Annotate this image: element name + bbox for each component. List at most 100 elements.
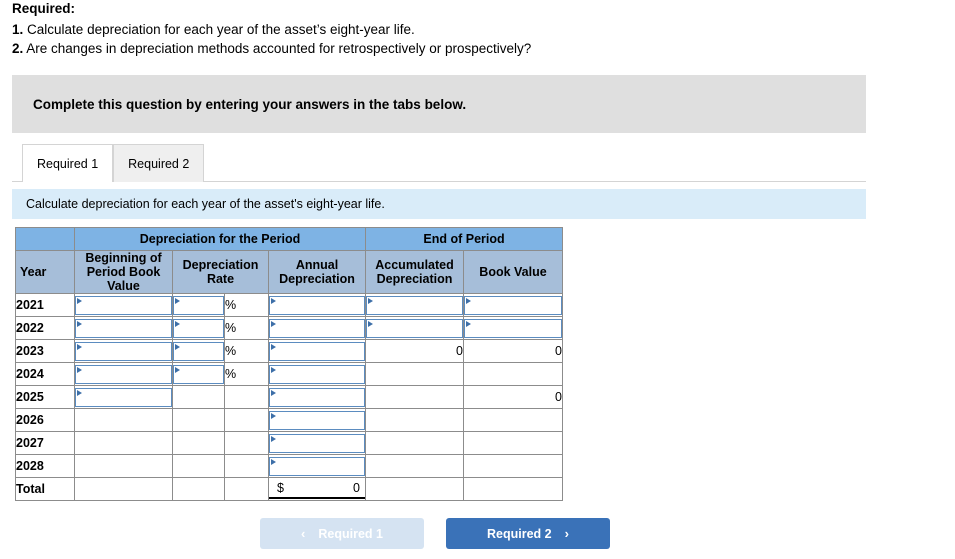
cell-depreciation-rate-2028 xyxy=(172,454,225,478)
sub-instruction-bar: Calculate depreciation for each year of … xyxy=(12,189,866,219)
prev-required-1-button[interactable]: ‹ Required 1 xyxy=(260,518,424,549)
cell-depreciation-rate-2022-box[interactable] xyxy=(173,318,224,338)
total-annual-value: 0 xyxy=(353,481,360,495)
cell-beginning-book-value-2024[interactable] xyxy=(74,362,173,386)
required-item-2-number: 2. xyxy=(12,41,24,56)
cell-depreciation-rate-2021[interactable] xyxy=(172,293,225,317)
cell-depreciation-rate-2025 xyxy=(172,385,225,409)
column-header-year: Year xyxy=(15,250,75,294)
cell-accumulated-depreciation-2021-box[interactable] xyxy=(366,295,463,315)
cell-depreciation-rate-2027 xyxy=(172,431,225,455)
cell-depreciation-rate-2023[interactable] xyxy=(172,339,225,363)
cell-accumulated-depreciation-2026 xyxy=(365,408,464,432)
cell-beginning-book-value-2027 xyxy=(74,431,173,455)
group-header-end-of-period: End of Period xyxy=(365,227,563,251)
table-body: 2021% 2022% 2023% 0 0 2024% 2025 0 2026 2027 2028 T… xyxy=(15,293,563,501)
cell-annual-depreciation-2025-box[interactable] xyxy=(269,387,365,407)
cell-annual-depreciation-2021[interactable] xyxy=(268,293,366,317)
tab-required-2[interactable]: Required 2 xyxy=(113,144,205,182)
row-year-2026: 2026 xyxy=(15,408,75,432)
cell-beginning-book-value-2022-box[interactable] xyxy=(75,318,172,338)
instruction-panel-text: Complete this question by entering your … xyxy=(33,96,467,112)
cell-beginning-book-value-2028 xyxy=(74,454,173,478)
prev-button-label: Required 1 xyxy=(318,526,383,541)
cell-percent-symbol-2021: % xyxy=(224,293,269,317)
cell-accumulated-depreciation-2022[interactable] xyxy=(365,316,464,340)
column-header-beginning-book-value: Beginning of Period Book Value xyxy=(74,250,173,294)
cell-beginning-book-value-2022[interactable] xyxy=(74,316,173,340)
cell-annual-depreciation-2026[interactable] xyxy=(268,408,366,432)
cell-depreciation-rate-2024-box[interactable] xyxy=(173,364,224,384)
cell-annual-depreciation-2021-box[interactable] xyxy=(269,295,365,315)
cell-book-value-2023: 0 xyxy=(463,339,563,363)
cell-beginning-book-value-2025-box[interactable] xyxy=(75,387,172,407)
cell-percent-symbol-2022: % xyxy=(224,316,269,340)
table-row: 2028 xyxy=(15,454,563,478)
cell-beginning-book-value-2021[interactable] xyxy=(74,293,173,317)
cell-book-value-2022[interactable] xyxy=(463,316,563,340)
next-button-label: Required 2 xyxy=(487,526,552,541)
column-header-accumulated-depreciation: Accumulated Depreciation xyxy=(365,250,464,294)
cell-percent-symbol-2028 xyxy=(224,454,269,478)
cell-annual-depreciation-2024[interactable] xyxy=(268,362,366,386)
cell-accumulated-depreciation-2028 xyxy=(365,454,464,478)
cell-percent-symbol-2023: % xyxy=(224,339,269,363)
total-row-label: Total xyxy=(15,477,75,501)
cell-depreciation-rate-2021-box[interactable] xyxy=(173,295,224,315)
cell-depreciation-rate-2022[interactable] xyxy=(172,316,225,340)
column-header-annual-depreciation: Annual Depreciation xyxy=(268,250,366,294)
cell-annual-depreciation-2028-box[interactable] xyxy=(269,456,365,476)
tab-required-1[interactable]: Required 1 xyxy=(22,144,114,183)
cell-annual-depreciation-2027[interactable] xyxy=(268,431,366,455)
cell-accumulated-depreciation-2023: 0 xyxy=(365,339,464,363)
cell-annual-depreciation-2028[interactable] xyxy=(268,454,366,478)
total-annual-depreciation: $0 xyxy=(268,477,366,501)
table-row: 2026 xyxy=(15,408,563,432)
tab-required-1-label: Required 1 xyxy=(37,157,99,171)
cell-annual-depreciation-2022[interactable] xyxy=(268,316,366,340)
cell-accumulated-depreciation-2022-box[interactable] xyxy=(366,318,463,338)
cell-annual-depreciation-2024-box[interactable] xyxy=(269,364,365,384)
cell-book-value-2021[interactable] xyxy=(463,293,563,317)
cell-annual-depreciation-2022-box[interactable] xyxy=(269,318,365,338)
cell-depreciation-rate-2026 xyxy=(172,408,225,432)
cell-annual-depreciation-2026-box[interactable] xyxy=(269,410,365,430)
required-item-2-text: Are changes in depreciation methods acco… xyxy=(26,41,532,56)
cell-accumulated-depreciation-2021[interactable] xyxy=(365,293,464,317)
cell-depreciation-rate-2023-box[interactable] xyxy=(173,341,224,361)
tab-required-2-label: Required 2 xyxy=(128,157,190,171)
table-row: 2022% xyxy=(15,316,563,340)
cell-depreciation-rate-2024[interactable] xyxy=(172,362,225,386)
row-year-2021: 2021 xyxy=(15,293,75,317)
cell-book-value-2022-box[interactable] xyxy=(464,318,562,338)
cell-book-value-2021-box[interactable] xyxy=(464,295,562,315)
next-required-2-button[interactable]: Required 2 › xyxy=(446,518,610,549)
required-item-2: 2. Are changes in depreciation methods a… xyxy=(12,39,892,58)
group-header-depreciation-period: Depreciation for the Period xyxy=(74,227,366,251)
chevron-right-icon: › xyxy=(564,526,569,541)
required-item-1: 1. Calculate depreciation for each year … xyxy=(12,20,892,39)
cell-accumulated-depreciation-2025 xyxy=(365,385,464,409)
column-header-depreciation-rate: Depreciation Rate xyxy=(172,250,269,294)
cell-percent-symbol-2026 xyxy=(224,408,269,432)
cell-beginning-book-value-2024-box[interactable] xyxy=(75,364,172,384)
row-year-2027: 2027 xyxy=(15,431,75,455)
table-row: 2021% xyxy=(15,293,563,317)
question-page: Required: 1. Calculate depreciation for … xyxy=(0,0,955,559)
instruction-panel: Complete this question by entering your … xyxy=(12,75,866,133)
cell-beginning-book-value-2021-box[interactable] xyxy=(75,295,172,315)
cell-annual-depreciation-2027-box[interactable] xyxy=(269,433,365,453)
row-year-2022: 2022 xyxy=(15,316,75,340)
cell-annual-depreciation-2023[interactable] xyxy=(268,339,366,363)
cell-beginning-book-value-2023-box[interactable] xyxy=(75,341,172,361)
cell-beginning-book-value-2023[interactable] xyxy=(74,339,173,363)
cell-beginning-book-value-2025[interactable] xyxy=(74,385,173,409)
tab-bar: Required 1 Required 2 xyxy=(12,140,866,183)
total-rate-unit xyxy=(224,477,269,501)
table-row: 2025 0 xyxy=(15,385,563,409)
sub-instruction-text: Calculate depreciation for each year of … xyxy=(26,197,385,211)
required-item-1-text: Calculate depreciation for each year of … xyxy=(27,22,415,37)
total-accumulated-depreciation xyxy=(365,477,464,501)
cell-annual-depreciation-2023-box[interactable] xyxy=(269,341,365,361)
cell-annual-depreciation-2025[interactable] xyxy=(268,385,366,409)
